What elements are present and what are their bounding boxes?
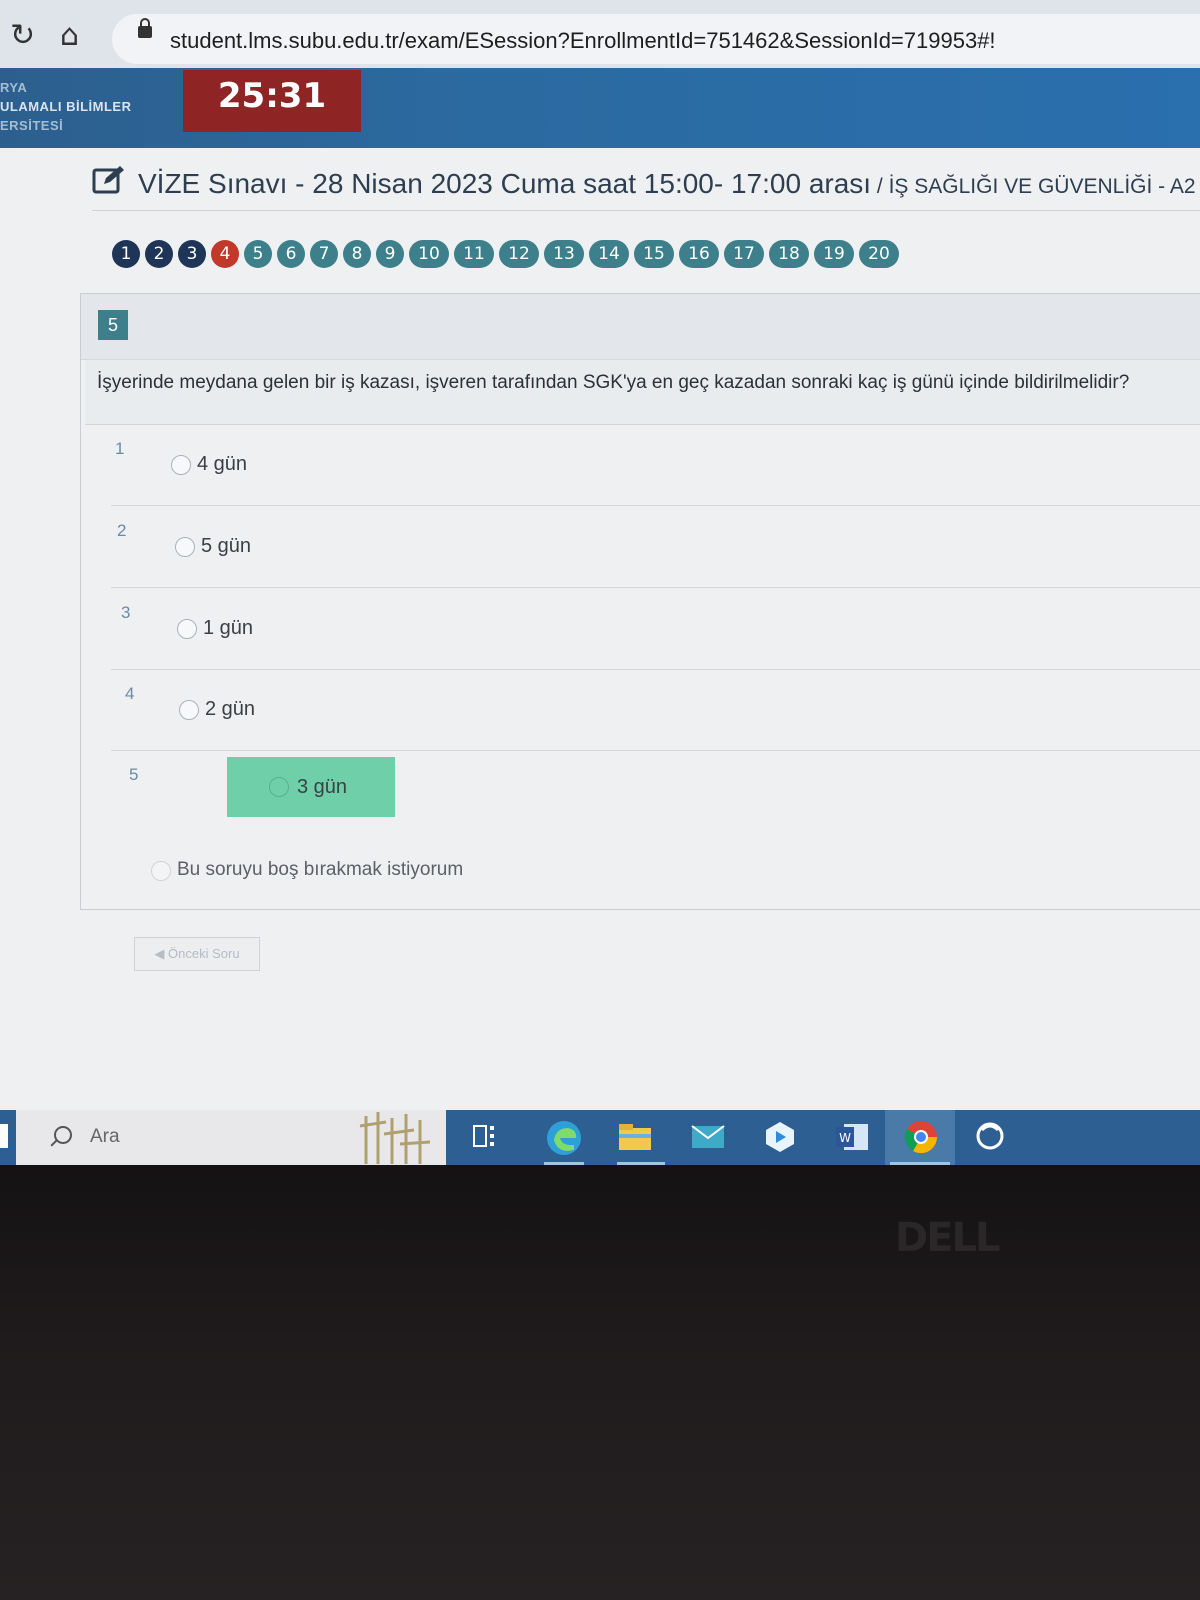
university-logo[interactable]: RYA ULAMALI BİLİMLER ERSİTESİ: [0, 78, 131, 135]
question-nav-item[interactable]: 18: [769, 240, 809, 268]
exam-timer: 25:31: [183, 70, 361, 132]
question-nav-item[interactable]: 19: [814, 240, 854, 268]
question-nav-item[interactable]: 15: [634, 240, 674, 268]
question-nav-item[interactable]: 17: [724, 240, 764, 268]
radio-button[interactable]: [179, 700, 199, 720]
screen: ↻ ⌂ student.lms.subu.edu.tr/exam/ESessio…: [0, 0, 1200, 1165]
edit-icon: [92, 166, 124, 194]
dell-logo: DELL: [895, 1215, 1001, 1261]
option-number: 4: [125, 684, 135, 703]
option-label[interactable]: 5 gün: [201, 535, 251, 558]
question-text: İşyerinde meydana gelen bir iş kazası, i…: [97, 372, 1130, 393]
option-label[interactable]: 2 gün: [205, 698, 255, 721]
task-view-icon[interactable]: [470, 1120, 506, 1154]
option-choice-selected[interactable]: 3 gün: [227, 757, 395, 817]
question-text-box: İşyerinde meydana gelen bir iş kazası, i…: [85, 360, 1200, 425]
question-nav-item[interactable]: 6: [277, 240, 305, 268]
url-text[interactable]: student.lms.subu.edu.tr/exam/ESession?En…: [170, 28, 996, 54]
question-panel: 5 İşyerinde meydana gelen bir iş kazası,…: [80, 293, 1200, 910]
option-row: 2 5 gün: [111, 507, 1200, 588]
option-number: 2: [117, 521, 127, 540]
option-label[interactable]: 3 gün: [297, 776, 347, 799]
edge-icon[interactable]: [544, 1118, 584, 1158]
zoom-icon[interactable]: [762, 1120, 798, 1154]
radio-button[interactable]: [177, 619, 197, 639]
question-nav-item[interactable]: 20: [859, 240, 899, 268]
windows-taskbar: Ara W: [0, 1110, 1200, 1165]
option-label[interactable]: 4 gün: [197, 453, 247, 476]
logo-line-3: ERSİTESİ: [0, 118, 64, 133]
option-row: 4 2 gün: [111, 670, 1200, 751]
skip-radio-button[interactable]: [151, 861, 171, 881]
option-label[interactable]: 1 gün: [203, 617, 253, 640]
question-nav-item[interactable]: 7: [310, 240, 338, 268]
mail-icon[interactable]: [690, 1120, 726, 1154]
option-number: 5: [129, 765, 139, 784]
skip-label[interactable]: Bu soruyu boş bırakmak istiyorum: [177, 859, 463, 881]
question-nav-item[interactable]: 11: [454, 240, 494, 268]
question-nav-item[interactable]: 8: [343, 240, 371, 268]
radio-button[interactable]: [171, 455, 191, 475]
question-nav-item[interactable]: 12: [499, 240, 539, 268]
lock-icon[interactable]: [138, 18, 152, 38]
bamboo-decoration-icon: [359, 1112, 431, 1164]
exam-title: VİZE Sınavı - 28 Nisan 2023 Cuma saat 15…: [138, 168, 1196, 200]
question-nav-item[interactable]: 2: [145, 240, 173, 268]
option-row: 1 4 gün: [111, 425, 1200, 506]
option-row: 3 1 gün: [111, 589, 1200, 670]
option-row: 5 3 gün: [111, 751, 1200, 851]
browser-toolbar: ↻ ⌂ student.lms.subu.edu.tr/exam/ESessio…: [0, 0, 1200, 68]
question-nav-item[interactable]: 13: [544, 240, 584, 268]
course-name: / İŞ SAĞLIĞI VE GÜVENLİĞİ - A2: [871, 175, 1196, 198]
question-navigator: 1 2 3 4 5 6 7 8 9 10 11 12 13 14 15 16 17 18 19 20: [112, 240, 904, 272]
search-icon: [54, 1126, 72, 1144]
laptop-bezel: [0, 1165, 1200, 1600]
lms-header: RYA ULAMALI BİLİMLER ERSİTESİ 25:31: [0, 68, 1200, 148]
exam-title-row: VİZE Sınavı - 28 Nisan 2023 Cuma saat 15…: [92, 162, 1200, 211]
logo-line-2: ULAMALI BİLİMLER: [0, 99, 132, 114]
chrome-icon[interactable]: [903, 1119, 939, 1155]
question-header: 5: [81, 294, 1200, 360]
previous-question-button[interactable]: ◀ Önceki Soru: [134, 937, 260, 971]
question-nav-item[interactable]: 4: [211, 240, 239, 268]
question-nav-item[interactable]: 3: [178, 240, 206, 268]
wifi-icon[interactable]: [972, 1118, 1008, 1152]
previous-question-label: Önceki Soru: [168, 946, 240, 961]
word-icon[interactable]: W: [834, 1120, 870, 1154]
question-nav-item[interactable]: 14: [589, 240, 629, 268]
start-button[interactable]: [0, 1124, 8, 1148]
question-nav-item[interactable]: 16: [679, 240, 719, 268]
question-nav-item[interactable]: 5: [244, 240, 272, 268]
question-nav-item[interactable]: 10: [409, 240, 449, 268]
file-explorer-icon[interactable]: [617, 1120, 653, 1154]
svg-text:W: W: [839, 1131, 851, 1145]
option-number: 3: [121, 603, 131, 622]
question-nav-item[interactable]: 1: [112, 240, 140, 268]
exam-title-text: VİZE Sınavı - 28 Nisan 2023 Cuma saat 15…: [138, 168, 872, 199]
logo-line-1: RYA: [0, 80, 28, 95]
question-number-badge: 5: [98, 310, 128, 340]
arrow-left-icon: ◀: [154, 946, 169, 961]
search-placeholder: Ara: [90, 1126, 120, 1147]
radio-button[interactable]: [269, 777, 289, 797]
radio-button[interactable]: [175, 537, 195, 557]
reload-icon[interactable]: ↻: [10, 18, 35, 53]
home-icon[interactable]: ⌂: [60, 18, 79, 53]
option-number: 1: [115, 439, 125, 458]
question-nav-item[interactable]: 9: [376, 240, 404, 268]
